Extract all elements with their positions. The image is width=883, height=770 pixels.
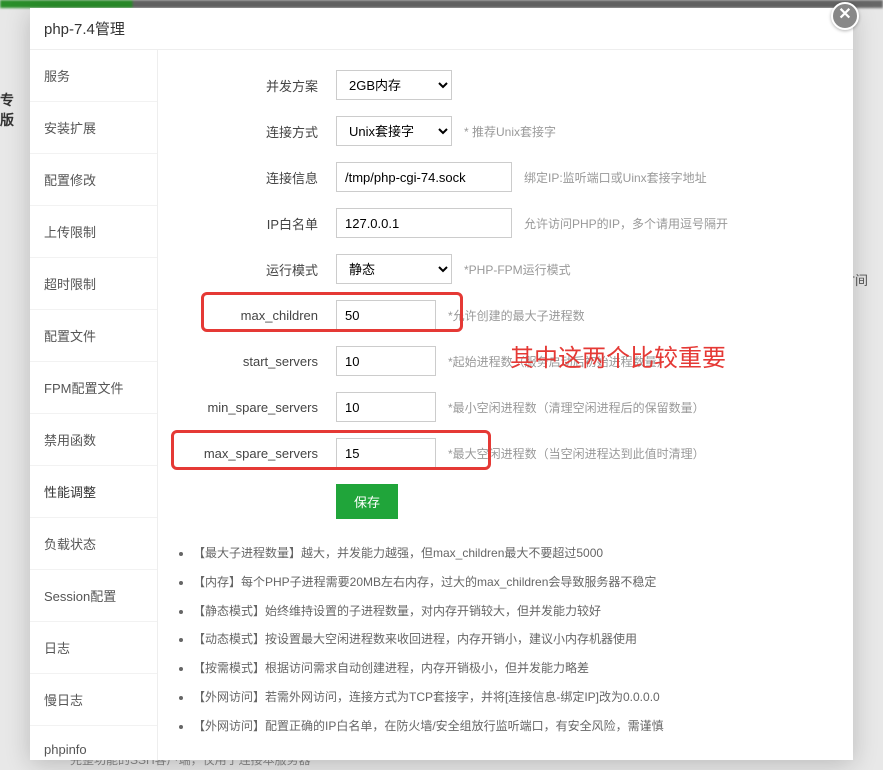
- modal-title: php-7.4管理: [30, 8, 853, 50]
- max-children-input[interactable]: [336, 300, 436, 330]
- conn-info-label: 连接信息: [168, 168, 336, 187]
- run-mode-label: 运行模式: [168, 260, 336, 279]
- conn-info-input[interactable]: [336, 162, 512, 192]
- notes-list: 【最大子进程数量】越大，并发能力越强，但max_children最大不要超过50…: [168, 539, 843, 741]
- concurrency-label: 并发方案: [168, 76, 336, 95]
- conn-type-label: 连接方式: [168, 122, 336, 141]
- conn-type-select[interactable]: Unix套接字: [336, 116, 452, 146]
- sidebar-item-13[interactable]: phpinfo: [30, 726, 157, 760]
- sidebar: 服务安装扩展配置修改上传限制超时限制配置文件FPM配置文件禁用函数性能调整负载状…: [30, 50, 158, 760]
- sidebar-item-11[interactable]: 日志: [30, 622, 157, 674]
- sidebar-item-5[interactable]: 配置文件: [30, 310, 157, 362]
- sidebar-item-7[interactable]: 禁用函数: [30, 414, 157, 466]
- note-item: 【外网访问】若需外网访问，连接方式为TCP套接字，并将[连接信息-绑定IP]改为…: [193, 683, 843, 712]
- start-servers-input[interactable]: [336, 346, 436, 376]
- sidebar-item-10[interactable]: Session配置: [30, 570, 157, 622]
- run-mode-select[interactable]: 静态: [336, 254, 452, 284]
- sidebar-item-0[interactable]: 服务: [30, 50, 157, 102]
- ip-whitelist-label: IP白名单: [168, 214, 336, 233]
- sidebar-item-1[interactable]: 安装扩展: [30, 102, 157, 154]
- sidebar-item-6[interactable]: FPM配置文件: [30, 362, 157, 414]
- concurrency-select[interactable]: 2GB内存: [336, 70, 452, 100]
- note-item: 【动态模式】按设置最大空闲进程数来收回进程，内存开销小，建议小内存机器使用: [193, 625, 843, 654]
- min-spare-input[interactable]: [336, 392, 436, 422]
- sidebar-item-12[interactable]: 慢日志: [30, 674, 157, 726]
- note-item: 【外网访问】配置正确的IP白名单，在防火墙/安全组放行监听端口，有安全风险，需谨…: [193, 712, 843, 741]
- max-spare-label: max_spare_servers: [168, 446, 336, 461]
- note-item: 【静态模式】始终维持设置的子进程数量，对内存开销较大，但并发能力较好: [193, 597, 843, 626]
- close-icon[interactable]: ✕: [831, 2, 859, 30]
- min-spare-hint: *最小空闲进程数（清理空闲进程后的保留数量）: [448, 399, 705, 416]
- content-panel: 并发方案 2GB内存 连接方式 Unix套接字 * 推荐Unix套接字 连接信息…: [158, 50, 853, 760]
- note-item: 【内存】每个PHP子进程需要20MB左右内存，过大的max_children会导…: [193, 568, 843, 597]
- php-manage-modal: ✕ php-7.4管理 服务安装扩展配置修改上传限制超时限制配置文件FPM配置文…: [30, 8, 853, 760]
- sidebar-item-9[interactable]: 负载状态: [30, 518, 157, 570]
- bg-left-text: 专 版: [0, 90, 14, 130]
- start-servers-label: start_servers: [168, 354, 336, 369]
- sidebar-item-3[interactable]: 上传限制: [30, 206, 157, 258]
- save-button[interactable]: 保存: [336, 484, 398, 519]
- sidebar-item-4[interactable]: 超时限制: [30, 258, 157, 310]
- max-spare-hint: *最大空闲进程数（当空闲进程达到此值时清理）: [448, 445, 705, 462]
- conn-type-hint: * 推荐Unix套接字: [464, 123, 556, 140]
- note-item: 【最大子进程数量】越大，并发能力越强，但max_children最大不要超过50…: [193, 539, 843, 568]
- min-spare-label: min_spare_servers: [168, 400, 336, 415]
- max-children-hint: *允许创建的最大子进程数: [448, 307, 585, 324]
- ip-whitelist-input[interactable]: [336, 208, 512, 238]
- max-spare-input[interactable]: [336, 438, 436, 468]
- sidebar-item-8[interactable]: 性能调整: [30, 466, 157, 518]
- run-mode-hint: *PHP-FPM运行模式: [464, 261, 571, 278]
- max-children-label: max_children: [168, 308, 336, 323]
- sidebar-item-2[interactable]: 配置修改: [30, 154, 157, 206]
- note-item: 【按需模式】根据访问需求自动创建进程，内存开销极小，但并发能力略差: [193, 654, 843, 683]
- ip-whitelist-hint: 允许访问PHP的IP，多个请用逗号隔开: [524, 215, 728, 232]
- start-servers-hint: *起始进程数（服务启动后初始进程数量）: [448, 353, 669, 370]
- conn-info-hint: 绑定IP:监听端口或Uinx套接字地址: [524, 169, 707, 186]
